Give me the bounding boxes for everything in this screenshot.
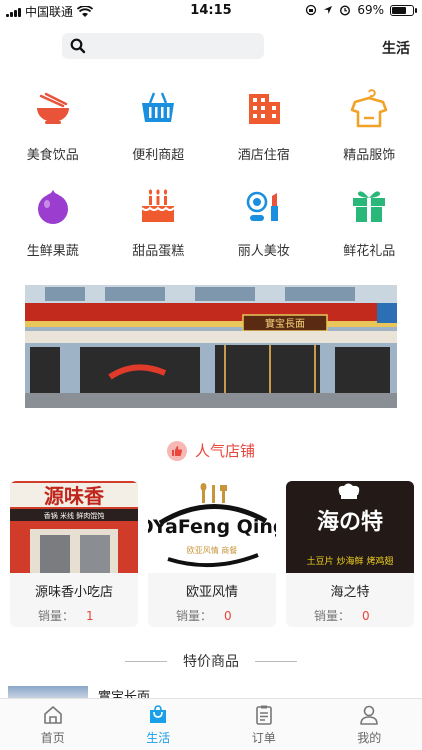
tab-label: 首页	[40, 731, 65, 745]
sales-label: 销量：	[176, 609, 213, 623]
tab-orders[interactable]: 订单	[211, 699, 317, 750]
battery-icon	[390, 4, 417, 16]
sales-count: 1	[86, 609, 94, 623]
alarm-icon	[340, 5, 351, 16]
popular-shops-label: 人气店铺	[194, 442, 255, 460]
hotel-building-icon	[248, 94, 280, 124]
city-selector[interactable]: 生活	[382, 38, 410, 58]
location-icon	[324, 6, 333, 14]
rotation-lock-icon	[306, 4, 317, 16]
banner-sign-text: 實宝長面	[265, 317, 305, 330]
shop-logo-text: 海の特	[317, 509, 383, 535]
sales-count: 0	[362, 609, 370, 623]
shop-thumbnail: 海の特 土豆片 炒海鲜 烤鸡翅	[286, 481, 414, 573]
user-icon	[360, 705, 379, 725]
shopping-basket-icon	[142, 92, 175, 122]
sales-count: 0	[224, 609, 232, 623]
shop-thumbnail: 源味香 香锅 米线 鲜肉馄饨	[10, 481, 138, 573]
status-bar: 中国联通 14:15 69%	[0, 0, 422, 22]
shirt-icon	[350, 89, 388, 128]
category-hotel[interactable]: 酒店住宿	[211, 88, 317, 163]
category-label: 美食饮品	[26, 148, 79, 163]
cake-icon	[141, 189, 175, 222]
sales-label: 销量：	[38, 609, 75, 623]
shop-card[interactable]: 源味香 香锅 米线 鲜肉馄饨 源味香小吃店 销量： 1	[10, 481, 138, 627]
shop-card[interactable]: OYaFeng Qing 欧亚风情 商餐 欧亚风情 销量： 0	[148, 481, 276, 627]
shop-thumbnail: OYaFeng Qing 欧亚风情 商餐	[148, 481, 276, 573]
search-bar[interactable]	[62, 33, 264, 59]
category-label: 生鲜果蔬	[26, 244, 79, 259]
popular-shops-list: 源味香 香锅 米线 鲜肉馄饨 源味香小吃店 销量： 1 OYaFeng Qing …	[10, 481, 414, 627]
special-products-label: 特价商品	[183, 654, 239, 670]
shop-name: 源味香小吃店	[34, 585, 113, 600]
shop-name: 海之特	[330, 585, 370, 600]
category-beauty[interactable]: 丽人美妆	[211, 184, 317, 259]
tab-label: 生活	[146, 731, 171, 745]
search-input[interactable]	[92, 33, 252, 59]
category-food[interactable]: 美食饮品	[0, 88, 106, 163]
sales-label: 销量：	[314, 609, 351, 623]
divider-left	[125, 660, 167, 662]
shop-name: 欧亚风情	[185, 585, 238, 600]
fruit-icon	[37, 190, 68, 224]
category-label: 鲜花礼品	[343, 244, 396, 259]
promo-banner[interactable]: 實宝長面	[25, 285, 397, 408]
shop-sales: 销量： 0	[148, 607, 276, 624]
category-gift[interactable]: 鲜花礼品	[317, 184, 422, 259]
shopping-bag-icon	[150, 705, 167, 723]
battery-percent: 69%	[357, 3, 384, 17]
product-name[interactable]: 實宝长面	[98, 686, 150, 698]
shop-logo-subtext: 香锅 米线 鲜肉馄饨	[44, 511, 104, 520]
shop-sales: 销量： 0	[286, 607, 414, 624]
home-icon	[43, 706, 62, 724]
shop-logo-subtext: 土豆片 炒海鲜 烤鸡翅	[307, 555, 394, 567]
category-fruit[interactable]: 生鲜果蔬	[0, 184, 106, 259]
category-dessert[interactable]: 甜品蛋糕	[106, 184, 212, 259]
tab-mine[interactable]: 我的	[317, 699, 422, 750]
tab-label: 订单	[251, 731, 276, 745]
special-products-title: 特价商品	[0, 651, 422, 671]
category-label: 酒店住宿	[237, 148, 290, 163]
bottom-tab-bar: 首页 生活 订单 我的	[0, 698, 422, 750]
shop-sales: 销量： 1	[10, 607, 138, 624]
divider-right	[255, 660, 297, 662]
shop-logo-text: 源味香	[44, 484, 105, 508]
category-label: 精品服饰	[343, 148, 396, 163]
makeup-icon	[246, 191, 278, 221]
tab-label: 我的	[357, 731, 382, 745]
order-clipboard-icon	[255, 705, 272, 725]
food-bowl-icon	[36, 92, 69, 124]
category-grid: 美食饮品 便利商超 酒店住宿 精品服饰 生鲜果蔬 甜品蛋糕 丽人美妆 鲜花礼品	[0, 88, 422, 259]
shop-card[interactable]: 海の特 土豆片 炒海鲜 烤鸡翅 海之特 销量： 0	[286, 481, 414, 627]
category-label: 便利商超	[132, 148, 185, 163]
category-convenience[interactable]: 便利商超	[106, 88, 212, 163]
storefront-image: 實宝長面	[25, 285, 397, 408]
thumbs-up-icon	[166, 440, 187, 461]
shop-logo-text: OYaFeng Qing	[148, 516, 276, 538]
tab-life[interactable]: 生活	[106, 699, 212, 750]
search-icon	[70, 38, 86, 54]
category-clothing[interactable]: 精品服饰	[317, 88, 422, 163]
category-label: 甜品蛋糕	[132, 244, 185, 259]
tab-home[interactable]: 首页	[0, 699, 106, 750]
popular-shops-title: 人气店铺	[0, 440, 422, 461]
category-label: 丽人美妆	[237, 244, 290, 259]
status-right: 69%	[305, 3, 417, 17]
shop-logo-subtext: 欧亚风情 商餐	[187, 545, 238, 555]
gift-icon	[353, 191, 386, 222]
